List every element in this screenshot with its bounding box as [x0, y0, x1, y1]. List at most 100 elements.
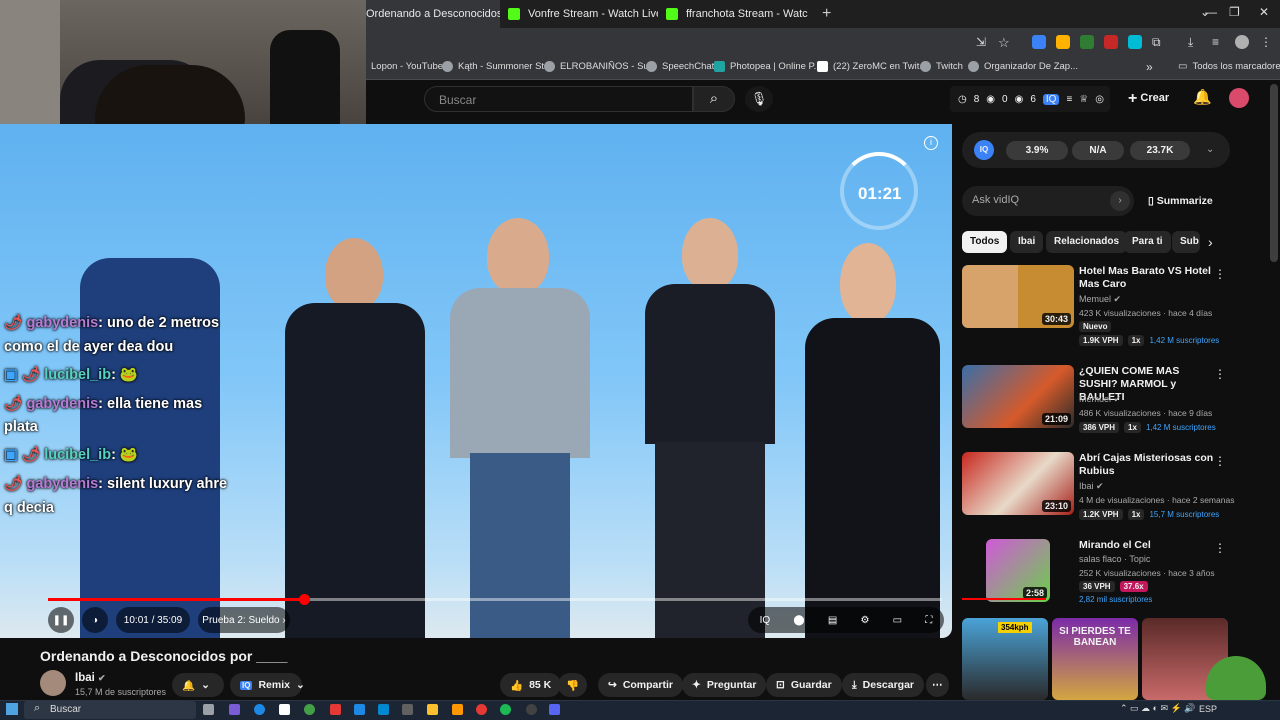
extension-icon[interactable] [1104, 35, 1118, 49]
bookmark-item[interactable]: SpeechChat [646, 61, 714, 72]
pause-button[interactable]: ❚❚ [48, 607, 74, 633]
fullscreen-icon[interactable]: ⛶ [925, 615, 932, 626]
install-icon[interactable]: ⇲ [976, 35, 990, 49]
summarize-button[interactable]: ▯ Summarize [1148, 195, 1213, 207]
ask-button[interactable]: ✦ Preguntar [682, 673, 767, 697]
more-icon[interactable]: ⋮ [1214, 454, 1226, 468]
taskbar-search[interactable]: Buscar [24, 701, 196, 719]
app-icon[interactable] [304, 704, 315, 715]
short-thumbnail[interactable]: SI PIERDES TE BANEAN [1052, 618, 1138, 700]
tab-ffranchota[interactable]: ffranchota Stream - Watch✕ [666, 0, 808, 28]
channel-avatar[interactable] [40, 670, 66, 696]
app-icon[interactable] [330, 704, 341, 715]
extension-icon[interactable] [1032, 35, 1046, 49]
close-window-icon[interactable]: ✕ [1259, 5, 1269, 19]
app-icon[interactable] [378, 704, 389, 715]
extension-icon[interactable] [1080, 35, 1094, 49]
media-icon[interactable]: ≡ [1212, 35, 1226, 49]
bookmarks-more-button[interactable]: » [1146, 60, 1153, 74]
profile-avatar[interactable] [1235, 35, 1249, 49]
rec-title[interactable]: Mirando el Cel [1079, 539, 1214, 552]
download-button[interactable]: ⤓ Descargar [842, 673, 925, 697]
search-icon[interactable]: ⌕ [693, 86, 735, 112]
like-button[interactable]: 👍 85 K [500, 673, 562, 697]
remix-button[interactable]: IQ Remix ⌄ [230, 673, 305, 697]
chevron-right-icon[interactable]: › [1208, 234, 1213, 250]
search-input[interactable]: Buscar [424, 86, 693, 112]
more-icon[interactable]: ⋮ [1214, 367, 1226, 381]
spotify-icon[interactable] [500, 704, 511, 715]
rec-title[interactable]: Hotel Mas Barato VS Hotel Mas Caro [1079, 265, 1214, 291]
settings-icon[interactable]: ⚙ [860, 615, 869, 626]
bookmark-item[interactable]: (22) ZeroMC en Twit... [817, 61, 927, 72]
thumbnail[interactable]: 21:09 [962, 365, 1074, 428]
rec-channel[interactable]: salas flaco · Topic [1079, 554, 1150, 564]
extension-icon[interactable] [1128, 35, 1142, 49]
app-icon[interactable] [354, 704, 365, 715]
minimize-icon[interactable]: — [1205, 5, 1217, 19]
dislike-button[interactable]: 👎 [558, 673, 588, 697]
short-thumbnail[interactable]: 354kph [962, 618, 1048, 700]
vidiq-icon[interactable]: IQ [760, 615, 771, 626]
more-actions-button[interactable]: ⋯ [926, 673, 949, 697]
discord-icon[interactable] [549, 704, 560, 715]
new-tab-button[interactable]: + [822, 5, 831, 23]
all-bookmarks-button[interactable]: ▭ Todos los marcadores [1178, 61, 1280, 72]
file-explorer-icon[interactable] [427, 704, 438, 715]
menu-icon[interactable]: ⋮ [1260, 35, 1274, 49]
scrollbar[interactable] [1270, 84, 1278, 262]
subtitles-icon[interactable]: ▤ [828, 615, 837, 626]
recommendation[interactable]: 2:58 Mirando el Cel salas flaco · Topic … [962, 539, 1230, 607]
recommendation[interactable]: 23:10 Abrí Cajas Misteriosas con Rubius … [962, 452, 1234, 522]
windows-start-icon[interactable] [6, 703, 18, 715]
mic-icon[interactable]: 🎙 [745, 86, 773, 112]
avatar[interactable] [1229, 88, 1249, 108]
rec-channel[interactable]: Ibai ✔ [1079, 481, 1104, 492]
edge-icon[interactable] [254, 704, 265, 715]
create-button[interactable]: + Crear [1128, 90, 1169, 108]
rec-title[interactable]: Abrí Cajas Misteriosas con Rubius [1079, 452, 1214, 478]
theater-icon[interactable]: ▭ [893, 615, 902, 626]
chevron-down-icon[interactable]: ⌄ [1206, 144, 1214, 155]
more-icon[interactable]: ⋮ [1214, 541, 1226, 555]
bell-icon[interactable]: 🔔 [1193, 88, 1212, 106]
ask-vidiq-input[interactable]: Ask vidIQ [962, 186, 1134, 216]
info-icon[interactable]: i [924, 136, 938, 150]
stats-widget[interactable]: ◷ 8 ◉ 0 ◉ 6 IQ ≡ ♕ ◎ [950, 86, 1110, 112]
bookmark-item[interactable]: Lopon - YouTube [371, 61, 443, 72]
chip-todos[interactable]: Todos [962, 231, 1008, 253]
app-icon[interactable] [452, 704, 463, 715]
chrome-icon[interactable] [476, 704, 487, 715]
more-icon[interactable]: ⋮ [1214, 267, 1226, 281]
bookmark-item[interactable]: Organizador De Zap... [968, 61, 1078, 72]
extension-icon[interactable] [1056, 35, 1070, 49]
chip-sub[interactable]: Sub [1172, 231, 1200, 253]
tab-active[interactable]: Ordenando a Desconocidos🔊✕ [366, 0, 500, 28]
restore-icon[interactable]: ❐ [1229, 5, 1240, 19]
autoplay-toggle[interactable]: ⬤ [793, 615, 804, 626]
language-indicator[interactable]: ESP [1199, 704, 1217, 714]
app-icon[interactable] [229, 704, 240, 715]
chip-ibai[interactable]: Ibai [1010, 231, 1044, 253]
star-icon[interactable]: ☆ [998, 35, 1012, 50]
thumbnail[interactable]: 23:10 [962, 452, 1074, 515]
share-button[interactable]: ↪ Compartir [598, 673, 683, 697]
bookmark-item[interactable]: Twitch [920, 61, 963, 72]
rec-channel[interactable]: Memuel ✔ [1079, 294, 1121, 305]
channel-name[interactable]: Ibai ✔ [75, 672, 106, 684]
video-player[interactable] [0, 124, 952, 638]
app-icon[interactable] [402, 704, 413, 715]
volume-button[interactable]: ◑ [82, 607, 108, 633]
bookmark-item[interactable]: ELROBANIÑOS - Su... [544, 61, 657, 72]
app-icon[interactable] [279, 704, 290, 715]
subscribe-bell-button[interactable]: 🔔 ⌄ [172, 673, 224, 697]
tab-vonfre[interactable]: Vonfre Stream - Watch Live✕ [508, 0, 658, 28]
chapter-button[interactable]: Prueba 2: Sueldo › [198, 607, 290, 633]
bookmark-item[interactable]: Kąth - Summoner St... [442, 61, 552, 72]
thumbnail[interactable]: 2:58 [986, 539, 1050, 602]
chip-para-ti[interactable]: Para ti [1124, 231, 1171, 253]
obs-icon[interactable] [526, 704, 537, 715]
chip-relacionados[interactable]: Relacionados [1046, 231, 1128, 253]
puzzle-icon[interactable]: ⧉ [1152, 35, 1166, 49]
rec-channel[interactable]: Memuel ✔ [1079, 394, 1121, 405]
